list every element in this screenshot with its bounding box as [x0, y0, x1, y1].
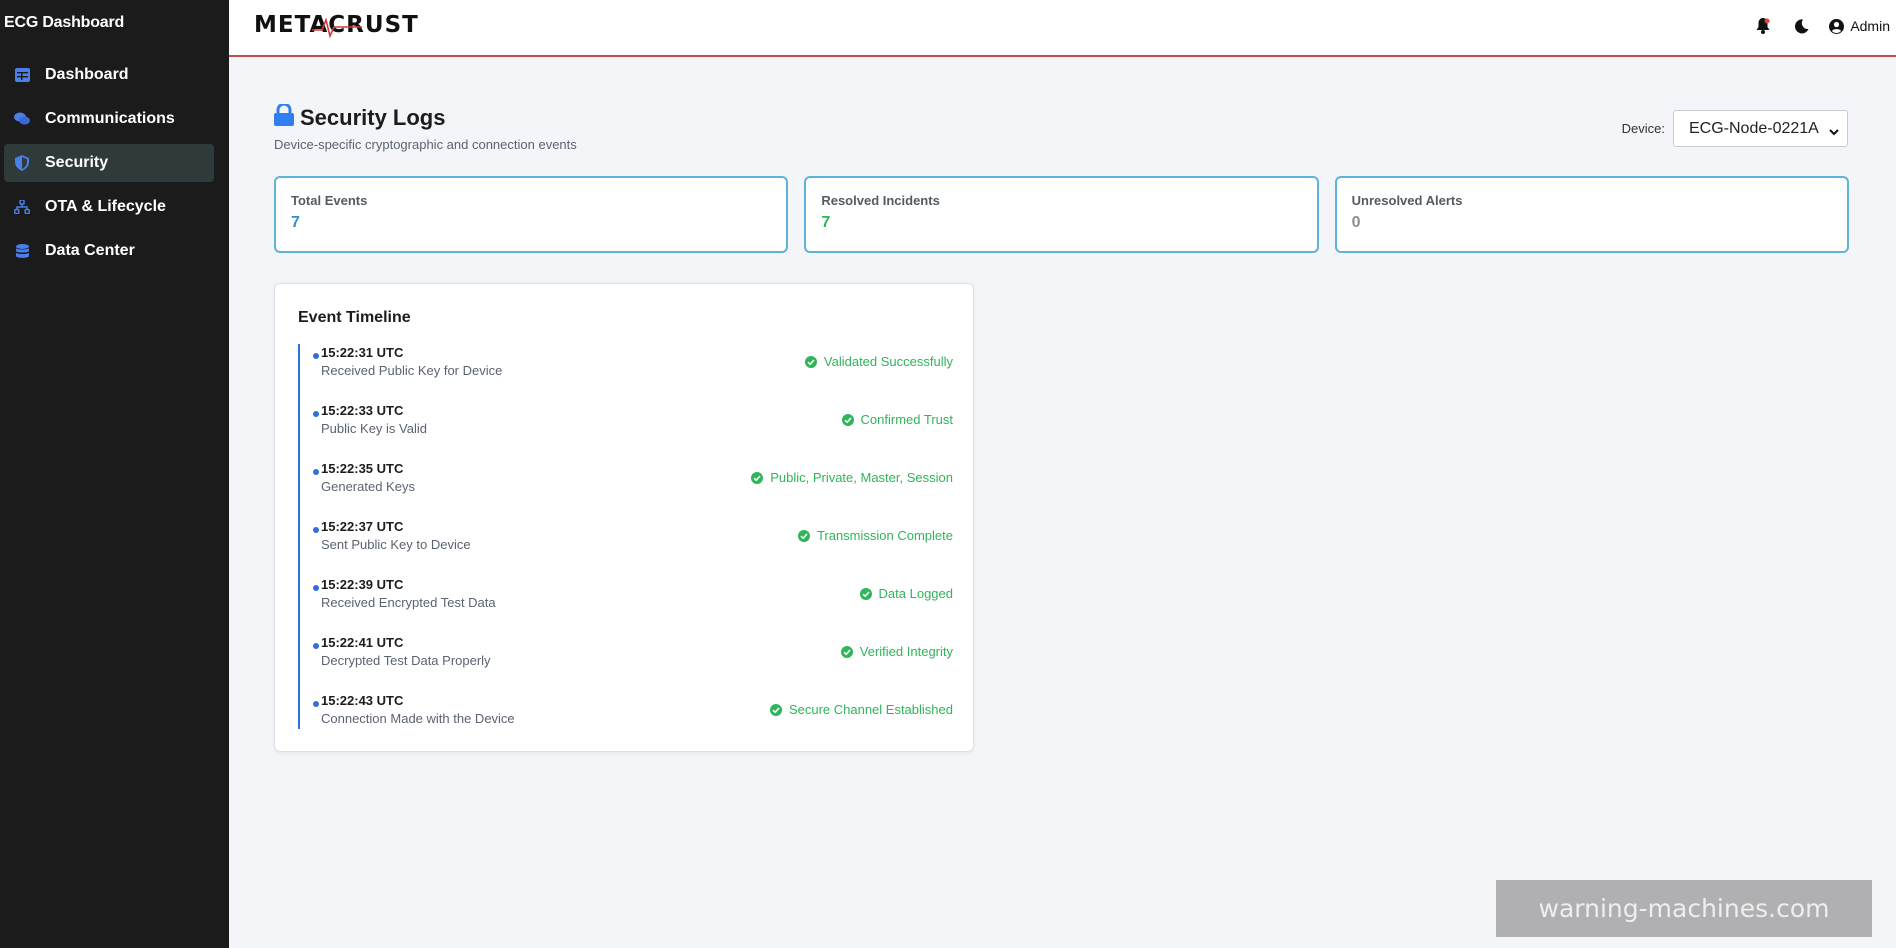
timeline-dot — [313, 527, 319, 533]
event-status-label: Secure Channel Established — [788, 702, 953, 717]
device-selector: Device: ECG-Node-0221A — [1622, 110, 1848, 147]
check-circle-icon — [804, 355, 817, 368]
sidebar-item-security[interactable]: Security — [4, 144, 214, 182]
lock-icon — [274, 102, 294, 131]
event-status-label: Validated Successfully — [823, 354, 953, 369]
stat-card-label: Unresolved Alerts — [1351, 193, 1463, 208]
timeline-title: Event Timeline — [298, 309, 411, 326]
page-title: Security Logs — [300, 104, 446, 130]
event-status-label: Data Logged — [878, 586, 953, 601]
event-description: Sent Public Key to Device — [321, 537, 471, 552]
sitemap-icon — [14, 199, 30, 215]
watermark: warning-machines.com — [1496, 880, 1872, 937]
device-label: Device: — [1621, 121, 1665, 136]
event-timeline-card: Event Timeline 15:22:31 UTC Received Pub… — [274, 283, 974, 752]
event-time: 15:22:39 UTC — [321, 577, 404, 592]
timeline-event: 15:22:41 UTC Decrypted Test Data Properl… — [298, 634, 953, 692]
event-description: Connection Made with the Device — [321, 711, 515, 726]
timeline-event: 15:22:33 UTC Public Key is Valid Confirm… — [298, 402, 953, 460]
timeline-dot — [313, 469, 319, 475]
sidebar-item-dashboard[interactable]: Dashboard — [4, 56, 214, 94]
heartbeat-icon — [312, 17, 362, 39]
event-status: Confirmed Trust — [841, 412, 953, 427]
stat-card-resolved-incidents: Resolved Incidents 7 — [804, 176, 1319, 253]
stat-card-value: 7 — [821, 214, 831, 231]
sidebar-nav: Dashboard Communications Security OTA & … — [4, 56, 214, 276]
event-description: Received Public Key for Device — [321, 363, 503, 378]
shield-icon — [14, 155, 30, 171]
check-circle-icon — [751, 471, 764, 484]
event-description: Decrypted Test Data Properly — [321, 653, 491, 668]
event-status: Validated Successfully — [804, 354, 953, 369]
timeline-event: 15:22:43 UTC Connection Made with the De… — [298, 692, 953, 750]
chevron-down-icon — [1829, 123, 1839, 141]
timeline-event: 15:22:37 UTC Sent Public Key to Device T… — [298, 518, 953, 576]
page-subtitle: Device-specific cryptographic and connec… — [274, 137, 577, 152]
sidebar-item-data-center[interactable]: Data Center — [4, 232, 214, 270]
sidebar-item-label: Data Center — [45, 242, 135, 259]
event-time: 15:22:31 UTC — [321, 345, 404, 360]
top-bar: METACRUST Admin — [229, 0, 1896, 57]
admin-label: Admin — [1850, 18, 1890, 34]
moon-icon[interactable] — [1791, 16, 1811, 36]
timeline-dot — [313, 353, 319, 359]
stat-card-total-events: Total Events 7 — [274, 176, 789, 253]
check-circle-icon — [859, 587, 872, 600]
sidebar-item-ota-lifecycle[interactable]: OTA & Lifecycle — [4, 188, 214, 226]
event-status: Verified Integrity — [840, 644, 953, 659]
timeline-event: 15:22:35 UTC Generated Keys Public, Priv… — [298, 460, 953, 518]
comments-icon — [14, 111, 30, 127]
check-circle-icon — [797, 529, 810, 542]
event-status-label: Transmission Complete — [816, 528, 953, 543]
check-circle-icon — [840, 645, 853, 658]
check-circle-icon — [841, 413, 854, 426]
sidebar-item-label: OTA & Lifecycle — [45, 198, 166, 215]
event-status-label: Verified Integrity — [859, 644, 953, 659]
bell-icon[interactable] — [1753, 16, 1773, 36]
event-time: 15:22:43 UTC — [321, 693, 404, 708]
timeline-dot — [313, 411, 319, 417]
sidebar-item-label: Dashboard — [45, 66, 129, 83]
timeline-event: 15:22:39 UTC Received Encrypted Test Dat… — [298, 576, 953, 634]
page-header: Security Logs Device-specific cryptograp… — [274, 102, 577, 152]
event-description: Received Encrypted Test Data — [321, 595, 496, 610]
timeline-dot — [313, 643, 319, 649]
database-icon — [14, 243, 30, 259]
sidebar-brand: ECG Dashboard — [4, 14, 125, 31]
sidebar-item-label: Communications — [45, 110, 175, 127]
event-status-label: Public, Private, Master, Session — [770, 470, 953, 485]
event-status: Secure Channel Established — [769, 702, 953, 717]
top-actions: Admin — [1753, 14, 1896, 38]
logo[interactable]: METACRUST — [254, 10, 419, 40]
event-status: Transmission Complete — [797, 528, 953, 543]
timeline-dot — [313, 701, 319, 707]
sidebar-item-label: Security — [45, 154, 109, 171]
event-time: 15:22:37 UTC — [321, 519, 404, 534]
user-circle-icon — [1829, 18, 1845, 34]
stat-card-label: Total Events — [291, 193, 368, 208]
event-time: 15:22:41 UTC — [321, 635, 404, 650]
device-select[interactable]: ECG-Node-0221A — [1673, 110, 1848, 147]
stat-card-value: 7 — [291, 214, 300, 231]
stat-card-unresolved-alerts: Unresolved Alerts 0 — [1334, 176, 1849, 253]
event-description: Generated Keys — [321, 479, 415, 494]
admin-menu[interactable]: Admin — [1829, 18, 1890, 34]
event-description: Public Key is Valid — [321, 421, 427, 436]
table-icon — [14, 67, 30, 83]
check-circle-icon — [769, 703, 782, 716]
sidebar: ECG Dashboard Dashboard Communications S… — [0, 0, 229, 948]
stat-card-label: Resolved Incidents — [821, 193, 940, 208]
event-time: 15:22:33 UTC — [321, 403, 404, 418]
event-time: 15:22:35 UTC — [321, 461, 404, 476]
event-status: Data Logged — [859, 586, 953, 601]
event-status: Public, Private, Master, Session — [751, 470, 953, 485]
event-status-label: Confirmed Trust — [860, 412, 953, 427]
device-selected-value: ECG-Node-0221A — [1689, 119, 1819, 137]
stat-cards: Total Events 7 Resolved Incidents 7 Unre… — [274, 176, 1849, 253]
sidebar-item-communications[interactable]: Communications — [4, 100, 214, 138]
stat-card-value: 0 — [1351, 214, 1361, 231]
timeline-events: 15:22:31 UTC Received Public Key for Dev… — [298, 344, 953, 750]
timeline-dot — [313, 585, 319, 591]
timeline-event: 15:22:31 UTC Received Public Key for Dev… — [298, 344, 953, 402]
